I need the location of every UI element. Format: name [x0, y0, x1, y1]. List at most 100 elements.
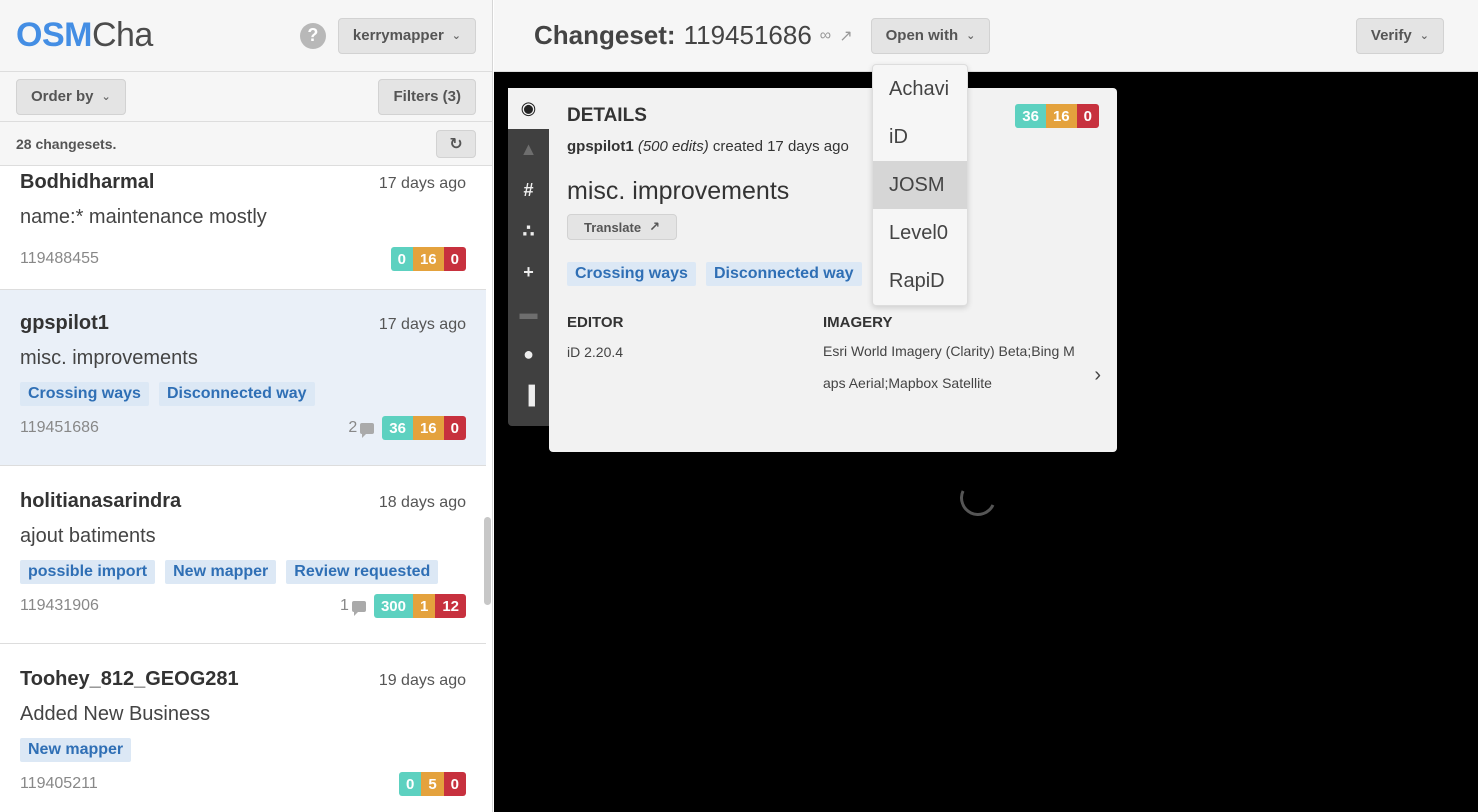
- hashtag-icon[interactable]: #: [508, 170, 549, 211]
- menu-item-josm[interactable]: JOSM: [873, 161, 967, 209]
- sidebar: OSMCha ? kerrymapper ⌄ Order by ⌄ Filter…: [0, 0, 493, 812]
- changeset-comment: name:* maintenance mostly: [20, 206, 267, 228]
- comment-icon: [360, 422, 375, 438]
- link-icon[interactable]: ∞: [820, 27, 831, 45]
- changeset-user[interactable]: Toohey_812_GEOG281: [20, 668, 239, 691]
- changeset-user[interactable]: gpspilot1: [20, 312, 109, 335]
- deleted-count: 12: [435, 594, 466, 618]
- chevron-down-icon: ⌄: [1419, 30, 1429, 42]
- open-with-label: Open with: [885, 27, 959, 44]
- details-user-line: gpspilot1 (500 edits) created 17 days ag…: [567, 138, 1099, 155]
- changeset-tags: possible import New mapper Review reques…: [20, 560, 466, 584]
- logo[interactable]: OSMCha: [16, 16, 153, 55]
- chevron-right-icon[interactable]: ›: [1094, 364, 1101, 387]
- change-counts: 300 1 12: [373, 594, 466, 618]
- loading-spinner: [954, 474, 1002, 522]
- map-canvas[interactable]: ◉ ▲ # ∴ + ▬ ● ▐ DETAILS 36 16 0 gpspilot…: [494, 72, 1478, 812]
- comment-icon[interactable]: ▬: [508, 293, 549, 334]
- changeset-count-bar: 28 changesets. ↻: [0, 122, 492, 166]
- changeset-user[interactable]: Bodhidharmal: [20, 171, 154, 194]
- added-count: 36: [1015, 104, 1046, 128]
- added-count: 300: [373, 594, 413, 618]
- change-counts: 0 5 0: [398, 772, 466, 796]
- details-comment: misc. improvements: [567, 177, 790, 205]
- changeset-id: 119488455: [20, 250, 99, 267]
- tag-review-requested: Review requested: [286, 560, 439, 584]
- order-by-label: Order by: [31, 88, 94, 105]
- changeset-label: Changeset:: [534, 20, 676, 50]
- changeset-time: 17 days ago: [378, 316, 466, 333]
- changeset-tags: Crossing ways Disconnected way: [20, 382, 466, 406]
- verify-button[interactable]: Verify ⌄: [1355, 17, 1444, 54]
- panel-tab-rail: ◉ ▲ # ∴ + ▬ ● ▐: [508, 88, 549, 426]
- added-count: 0: [398, 772, 422, 796]
- help-icon[interactable]: ?: [299, 22, 326, 49]
- comment-icon: [351, 600, 366, 616]
- tag-disconnected-way: Disconnected way: [705, 262, 862, 286]
- editor-section: EDITOR iD 2.20.4: [567, 314, 823, 399]
- changeset-id: 119431906: [20, 597, 99, 614]
- comment-count-value: 2: [348, 419, 358, 436]
- changeset-item[interactable]: holitianasarindra 18 days ago ajout bati…: [0, 466, 486, 644]
- filters-label: Filters (3): [393, 88, 461, 105]
- user-menu-label: kerrymapper: [352, 27, 444, 44]
- chevron-down-icon: ⌄: [451, 30, 461, 42]
- main-area: Changeset: 119451686 ∞ ↗ Open with ⌄ Ver…: [494, 0, 1478, 812]
- menu-item-achavi[interactable]: Achavi: [873, 65, 967, 113]
- modified-count: 16: [412, 247, 444, 271]
- menu-item-id[interactable]: iD: [873, 113, 967, 161]
- sidebar-toolbar: Order by ⌄ Filters (3): [0, 72, 492, 122]
- deleted-count: 0: [443, 247, 466, 271]
- refresh-button[interactable]: ↻: [436, 129, 476, 158]
- imagery-section: IMAGERY Esri World Imagery (Clarity) Bet…: [823, 314, 1079, 399]
- changeset-tags: New mapper: [20, 738, 466, 762]
- tag-crossing-ways: Crossing ways: [20, 382, 149, 406]
- user-menu-button[interactable]: kerrymapper ⌄: [337, 17, 476, 54]
- sidebar-header: OSMCha ? kerrymapper ⌄: [0, 0, 492, 72]
- sidebar-scrollbar[interactable]: [484, 517, 491, 605]
- menu-item-level0[interactable]: Level0: [873, 209, 967, 257]
- changeset-number: 119451686: [683, 20, 812, 50]
- details-body: DETAILS 36 16 0 gpspilot1 (500 edits) cr…: [549, 88, 1117, 452]
- tag-new-mapper: New mapper: [165, 560, 277, 584]
- tag-crossing-ways: Crossing ways: [567, 262, 696, 286]
- change-counts: 0 16 0: [390, 247, 466, 271]
- plus-icon[interactable]: +: [508, 252, 549, 293]
- warning-icon[interactable]: ▲: [508, 129, 549, 170]
- translate-button[interactable]: Translate ↗: [567, 214, 677, 240]
- menu-item-rapid[interactable]: RapiD: [873, 257, 967, 305]
- logo-osm: OSM: [16, 16, 92, 54]
- editor-label: EDITOR: [567, 314, 624, 331]
- editor-value: iD 2.20.4: [567, 344, 624, 360]
- open-with-button[interactable]: Open with ⌄: [870, 17, 991, 54]
- details-user[interactable]: gpspilot1: [567, 138, 634, 155]
- changeset-time: 18 days ago: [378, 494, 466, 511]
- added-count: 36: [382, 416, 413, 440]
- changeset-list: Bodhidharmal 17 days ago name:* maintena…: [0, 166, 486, 812]
- deleted-count: 0: [443, 772, 466, 796]
- order-by-button[interactable]: Order by ⌄: [16, 78, 126, 115]
- changeset-comment: ajout batiments: [20, 525, 156, 547]
- eye-icon[interactable]: ◉: [508, 88, 549, 129]
- details-created: created 17 days ago: [712, 138, 849, 155]
- change-counts: 36 16 0: [382, 416, 466, 440]
- details-tags: Crossing ways Disconnected way: [567, 262, 1099, 286]
- user-icon[interactable]: ●: [508, 334, 549, 375]
- chevron-down-icon: ⌄: [966, 30, 976, 42]
- map-icon[interactable]: ▐: [508, 375, 549, 416]
- changeset-item[interactable]: Toohey_812_GEOG281 19 days ago Added New…: [0, 644, 486, 812]
- external-link-icon[interactable]: ↗: [839, 26, 852, 46]
- deleted-count: 0: [443, 416, 466, 440]
- changeset-item-selected[interactable]: gpspilot1 17 days ago misc. improvements…: [0, 290, 486, 466]
- modified-count: 16: [1045, 104, 1077, 128]
- changeset-count: 28 changesets.: [16, 135, 117, 152]
- features-icon[interactable]: ∴: [508, 211, 549, 252]
- changeset-user[interactable]: holitianasarindra: [20, 490, 181, 513]
- details-panel: ◉ ▲ # ∴ + ▬ ● ▐ DETAILS 36 16 0 gpspilot…: [508, 88, 1118, 452]
- changeset-id: 119451686: [20, 419, 99, 436]
- imagery-value: Esri World Imagery (Clarity) Beta;Bing M…: [823, 343, 1075, 391]
- verify-label: Verify: [1370, 27, 1412, 44]
- changeset-time: 17 days ago: [378, 175, 466, 192]
- changeset-item[interactable]: Bodhidharmal 17 days ago name:* maintena…: [0, 166, 486, 290]
- filters-button[interactable]: Filters (3): [378, 78, 476, 115]
